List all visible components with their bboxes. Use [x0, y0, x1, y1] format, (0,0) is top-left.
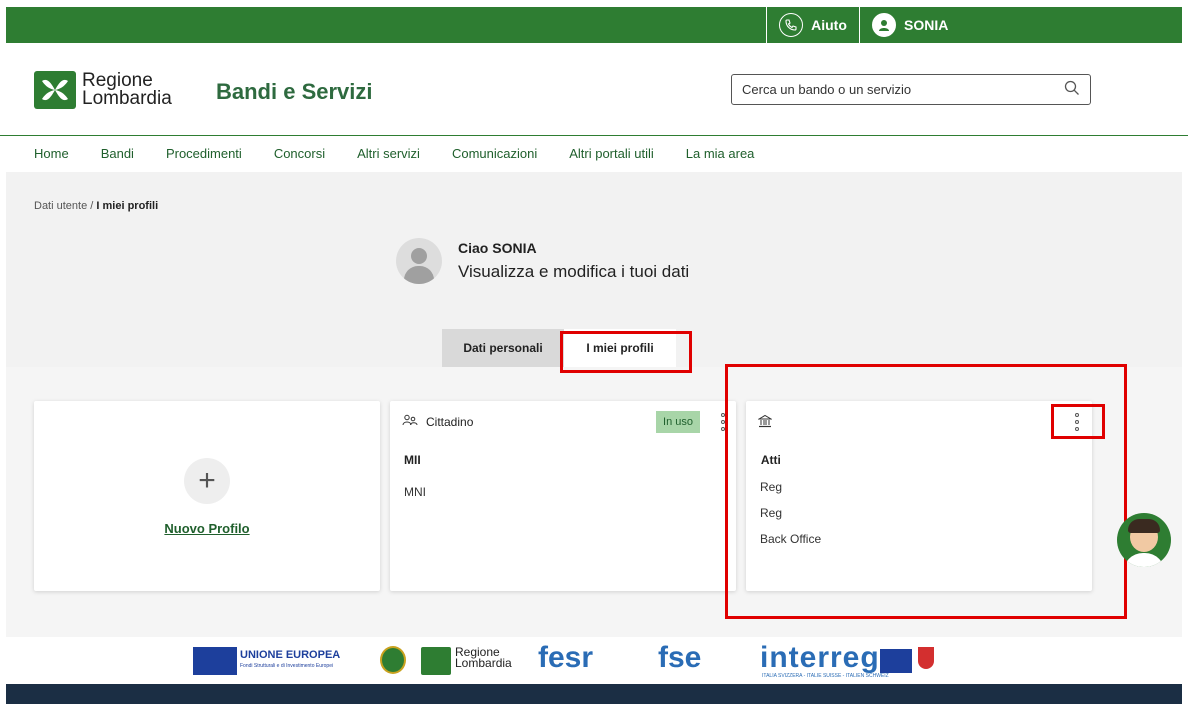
eu-title: UNIONE EUROPEA — [240, 649, 341, 661]
page-footer — [6, 684, 1182, 704]
regione-lombardia-logo[interactable]: Regione Lombardia — [34, 71, 172, 109]
logo-text: Regione Lombardia — [82, 70, 172, 109]
italian-emblem-icon — [380, 646, 406, 674]
status-badge: In uso — [656, 411, 700, 433]
breadcrumb-separator: / — [90, 200, 94, 212]
search-icon[interactable] — [1064, 80, 1080, 99]
help-button[interactable]: Aiuto — [766, 7, 860, 43]
fse-logo: fse — [658, 641, 702, 674]
card-line-1: MII — [404, 453, 421, 467]
nav-item-altri-portali[interactable]: Altri portali utili — [569, 146, 654, 161]
new-profile-card[interactable]: + Nuovo Profilo — [34, 401, 380, 591]
nav-item-altri-servizi[interactable]: Altri servizi — [357, 146, 420, 161]
plus-icon[interactable]: + — [184, 458, 230, 504]
phone-icon — [779, 13, 804, 37]
nav-item-concorsi[interactable]: Concorsi — [274, 146, 325, 161]
nav-item-home[interactable]: Home — [34, 146, 69, 161]
profile-card-cittadino[interactable]: Cittadino In uso MII MNI — [390, 401, 736, 591]
card-header: Cittadino — [402, 414, 473, 429]
citizen-icon — [402, 414, 418, 429]
chat-assistant-button[interactable] — [1117, 513, 1171, 567]
eu-flag-small-icon — [880, 649, 912, 673]
search-placeholder: Cerca un bando o un servizio — [742, 82, 912, 97]
nav-item-bandi[interactable]: Bandi — [101, 146, 134, 161]
nav-item-procedimenti[interactable]: Procedimenti — [166, 146, 242, 161]
tab-dati-personali[interactable]: Dati personali — [442, 329, 564, 367]
logo-mark-icon — [34, 71, 76, 109]
eu-flag-icon — [193, 647, 237, 675]
highlight-card — [725, 364, 1127, 619]
user-icon — [872, 13, 896, 37]
main-nav: Home Bandi Procedimenti Concorsi Altri s… — [0, 135, 1188, 171]
card-title: Cittadino — [426, 414, 474, 429]
page-subtitle: Visualizza e modifica i tuoi dati — [458, 262, 690, 281]
search-input[interactable]: Cerca un bando o un servizio — [731, 74, 1091, 105]
nav-item-mia-area[interactable]: La mia area — [686, 146, 755, 161]
user-menu[interactable]: SONIA — [872, 7, 948, 43]
site-header: Regione Lombardia Bandi e Servizi Cerca … — [0, 43, 1188, 135]
highlight-tab — [560, 331, 692, 373]
breadcrumb-current: I miei profili — [96, 200, 159, 212]
interreg-subtitle: ITALIA SVIZZERA - ITALIE SUISSE - ITALIE… — [762, 673, 889, 679]
nav-item-comunicazioni[interactable]: Comunicazioni — [452, 146, 537, 161]
avatar — [396, 238, 442, 284]
greeting: Ciao SONIA — [458, 240, 537, 256]
regione-logo-icon — [421, 647, 451, 675]
interreg-logo: interreg — [760, 641, 880, 674]
highlight-kebab — [1051, 404, 1105, 439]
fesr-logo: fesr — [538, 641, 594, 674]
partner-logos: UNIONE EUROPEA Fondi Strutturali e di In… — [0, 641, 1188, 681]
regione-logo-text: Regione Lombardia — [455, 645, 512, 670]
shield-icon — [918, 647, 934, 669]
site-title[interactable]: Bandi e Servizi — [216, 79, 373, 105]
help-label: Aiuto — [811, 17, 847, 33]
breadcrumb: Dati utente / I miei profili — [34, 200, 158, 212]
breadcrumb-parent[interactable]: Dati utente — [34, 200, 87, 212]
card-line-2: MNI — [404, 485, 426, 499]
top-bar: Aiuto SONIA — [6, 7, 1182, 43]
eu-subtitle: Fondi Strutturali e di Investimento Euro… — [240, 663, 334, 669]
user-name: SONIA — [904, 17, 949, 33]
new-profile-link[interactable]: Nuovo Profilo — [34, 521, 380, 536]
